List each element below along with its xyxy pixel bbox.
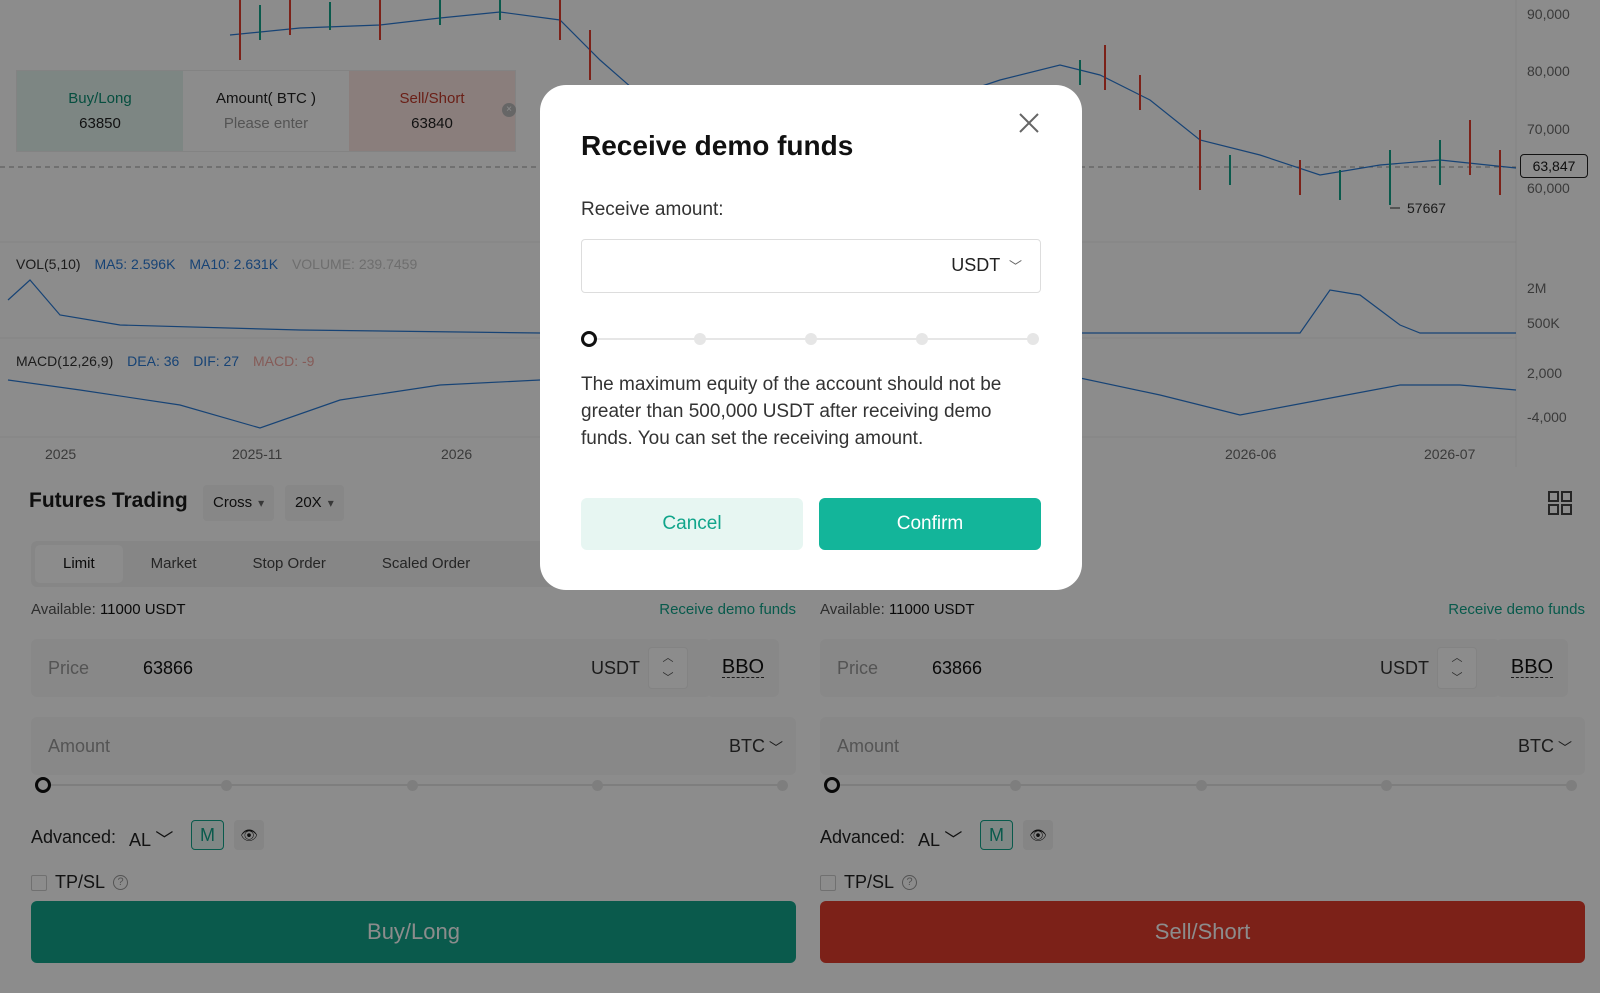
slider-knob[interactable] (581, 331, 597, 347)
slider-step[interactable] (916, 333, 928, 345)
dialog-title: Receive demo funds (581, 130, 854, 161)
cancel-button[interactable]: Cancel (581, 498, 803, 550)
currency-select[interactable]: USDT ﹀ (951, 255, 1022, 276)
slider-step[interactable] (694, 333, 706, 345)
currency-label: USDT (951, 255, 1000, 275)
chevron-down-icon: ﹀ (1008, 259, 1022, 274)
slider-step[interactable] (1027, 333, 1039, 345)
receive-demo-funds-dialog: Receive demo funds Receive amount: USDT … (540, 85, 1082, 590)
receive-amount-input[interactable]: USDT ﹀ (581, 239, 1041, 293)
dialog-description: The maximum equity of the account should… (581, 374, 1002, 449)
confirm-button[interactable]: Confirm (819, 498, 1041, 550)
receive-amount-slider[interactable] (581, 329, 1041, 349)
receive-amount-label: Receive amount: (581, 199, 724, 220)
close-icon[interactable] (1017, 111, 1041, 135)
slider-step[interactable] (805, 333, 817, 345)
